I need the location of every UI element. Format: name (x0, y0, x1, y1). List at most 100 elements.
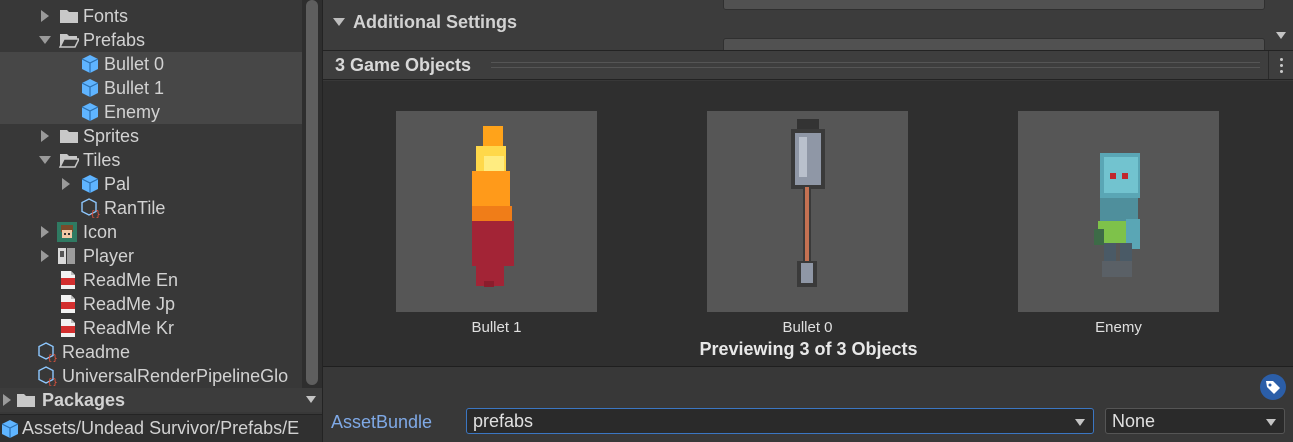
script-asset-icon: {} (38, 366, 57, 386)
pdf-icon (61, 295, 75, 313)
packages-folder[interactable]: Packages (0, 388, 322, 412)
prefab-icon (81, 103, 99, 121)
svg-text:{}: {} (90, 210, 100, 218)
preview-caption: Bullet 1 (471, 319, 522, 336)
asset-labels-tag-icon[interactable] (1260, 374, 1286, 400)
project-item-label: ReadMe En (83, 269, 179, 290)
inspector-settings-area: Additional Settings (323, 0, 1293, 50)
svg-text:{}: {} (47, 378, 57, 386)
settings-field[interactable] (723, 0, 1265, 10)
project-item-label: ReadMe Jp (83, 293, 176, 314)
project-item-readme-en[interactable]: ReadMe En (0, 268, 302, 292)
project-item-label: Player (83, 245, 135, 266)
folder-icon (60, 10, 78, 23)
svg-text:{}: {} (47, 354, 57, 362)
preview-caption: Bullet 0 (782, 319, 833, 336)
shovel-sprite (791, 119, 825, 287)
asset-bundle-variant-dropdown[interactable]: None (1105, 408, 1285, 434)
prefab-icon (81, 55, 99, 73)
project-item-label: Bullet 1 (104, 77, 165, 98)
asset-path: Assets/Undead Survivor/Prefabs/E (22, 418, 300, 438)
preview-area: Bullet 1 Bullet 0 Enemy Previewing 3 of … (323, 81, 1293, 367)
preview-header[interactable]: 3 Game Objects (323, 50, 1293, 80)
script-asset-icon: {} (38, 342, 57, 362)
asset-bundle-value: prefabs (473, 410, 534, 431)
project-item-bullet-0[interactable]: Bullet 0 (0, 52, 302, 76)
inspector-scrollbar[interactable] (1270, 0, 1293, 50)
project-item-fonts[interactable]: Fonts (0, 4, 302, 28)
prefab-icon (1, 420, 19, 438)
project-status-bar: Assets/Undead Survivor/Prefabs/E (0, 414, 322, 442)
project-item-urp-global[interactable]: {} UniversalRenderPipelineGlo (0, 364, 302, 388)
preview-thumbnail-bullet-1[interactable] (396, 111, 597, 312)
project-item-enemy[interactable]: Enemy (0, 100, 302, 124)
sprite-sheet-icon (58, 248, 75, 264)
preview-title: 3 Game Objects (335, 54, 472, 75)
project-item-tiles[interactable]: Tiles (0, 148, 302, 172)
folder-icon (17, 394, 35, 407)
additional-settings-foldout[interactable]: Additional Settings (333, 10, 517, 34)
project-item-label: Bullet 0 (104, 53, 165, 74)
project-item-label: Sprites (83, 125, 140, 146)
expand-arrow-icon[interactable] (38, 249, 52, 263)
preview-thumbnail-bullet-0[interactable] (707, 111, 908, 312)
project-item-label: UniversalRenderPipelineGlo (62, 365, 289, 386)
collapse-arrow-icon[interactable] (38, 33, 52, 47)
project-item-prefabs[interactable]: Prefabs (0, 28, 302, 52)
expand-arrow-icon[interactable] (38, 129, 52, 143)
project-item-icon[interactable]: Icon (0, 220, 302, 244)
drag-handle[interactable] (491, 62, 1260, 68)
project-item-rantile[interactable]: {} RanTile (0, 196, 302, 220)
more-options-icon[interactable] (1268, 51, 1293, 79)
project-item-label: Tiles (83, 149, 121, 170)
project-item-sprites[interactable]: Sprites (0, 124, 302, 148)
project-item-label: RanTile (104, 197, 166, 218)
packages-label: Packages (42, 389, 126, 410)
project-item-label: Prefabs (83, 29, 146, 50)
additional-settings-label: Additional Settings (353, 11, 517, 32)
project-item-bullet-1[interactable]: Bullet 1 (0, 76, 302, 100)
project-item-readme[interactable]: {} Readme (0, 340, 302, 364)
folder-icon (60, 130, 78, 143)
project-scrollbar[interactable] (302, 0, 322, 390)
preview-thumbnail-enemy[interactable] (1018, 111, 1219, 312)
preview-status: Previewing 3 of 3 Objects (699, 339, 918, 359)
project-item-label: Readme (62, 341, 131, 362)
folder-open-icon (59, 154, 79, 168)
scroll-down-arrow-icon[interactable] (1276, 32, 1286, 39)
inspector-panel: Additional Settings 3 Game Objects Bulle… (322, 0, 1293, 442)
expand-arrow-icon[interactable] (0, 393, 14, 407)
asset-labels-area: AssetBundle prefabs None (323, 368, 1293, 442)
project-panel: Fonts Prefabs Bullet 0 Bullet 1 Enemy Sp… (0, 0, 322, 442)
collapse-arrow-icon[interactable] (38, 153, 52, 167)
prefab-icon (81, 175, 99, 193)
settings-dropdown[interactable] (723, 38, 1265, 50)
variant-value: None (1112, 410, 1156, 431)
expand-arrow-icon[interactable] (59, 177, 73, 191)
project-item-readme-jp[interactable]: ReadMe Jp (0, 292, 302, 316)
pdf-icon (61, 271, 75, 289)
scrollbar-thumb[interactable] (306, 0, 318, 385)
dropdown-arrow-icon (1266, 419, 1276, 426)
foldout-arrow-icon (333, 18, 345, 26)
prefab-icon (81, 79, 99, 97)
project-item-label: Pal (104, 173, 131, 194)
project-item-readme-kr[interactable]: ReadMe Kr (0, 316, 302, 340)
project-item-pal[interactable]: Pal (0, 172, 302, 196)
dropdown-arrow-icon (1075, 419, 1085, 426)
project-item-label: Enemy (104, 101, 161, 122)
sprite-icon (57, 222, 77, 242)
fire-bullet-sprite (472, 126, 514, 287)
asset-bundle-dropdown[interactable]: prefabs (466, 408, 1094, 434)
expand-arrow-icon[interactable] (38, 9, 52, 23)
tag-icon (1266, 381, 1280, 394)
expand-arrow-icon[interactable] (38, 225, 52, 239)
scroll-down-arrow-icon[interactable] (306, 396, 316, 403)
script-asset-icon: {} (81, 198, 100, 218)
pdf-icon (61, 319, 75, 337)
asset-bundle-label: AssetBundle (331, 412, 433, 432)
project-item-label: Icon (83, 221, 118, 242)
folder-open-icon (59, 34, 79, 48)
project-item-player[interactable]: Player (0, 244, 302, 268)
project-item-label: Fonts (83, 5, 129, 26)
